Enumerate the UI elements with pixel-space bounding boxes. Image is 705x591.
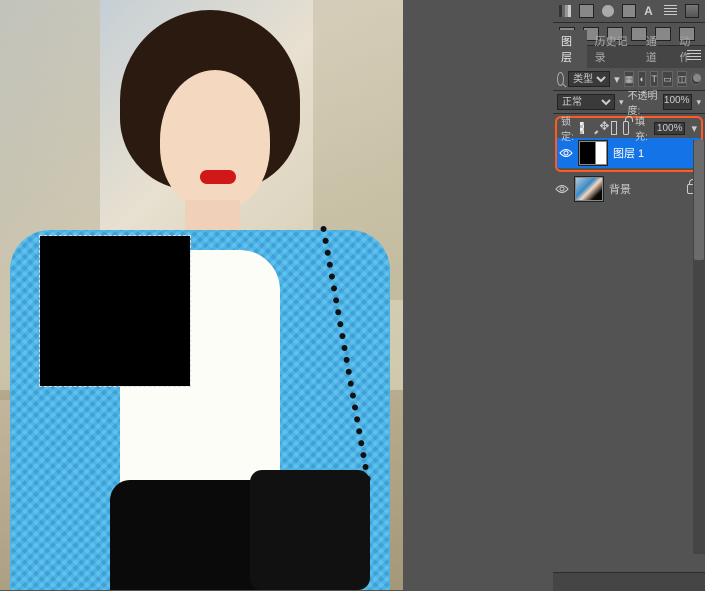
layer-thumbnail[interactable] (575, 177, 603, 201)
fill-value[interactable]: 100% (654, 122, 686, 135)
filter-smart-icon[interactable]: ◫ (677, 71, 688, 87)
top-icon-row-1: A (553, 0, 705, 23)
visibility-toggle[interactable] (555, 182, 569, 196)
layer-name[interactable]: 图层 1 (613, 145, 644, 161)
lock-artboard-icon[interactable] (611, 121, 617, 135)
swatch-icon[interactable] (579, 4, 593, 18)
lock-position-icon[interactable] (600, 122, 604, 134)
panel-scrollbar[interactable] (693, 140, 705, 554)
paragraph-icon[interactable] (664, 5, 676, 17)
lock-label: 锁定: (561, 113, 574, 143)
panel-menu-icon[interactable] (687, 50, 701, 62)
histogram-icon[interactable] (559, 5, 571, 17)
filter-pixel-icon[interactable]: ▦ (624, 71, 635, 87)
panels-column: A 图层 历史记录 通道 动作 类型 ▾ ▦ ◐ T ▭ ◫ 正常 ▾ 不透 (553, 0, 705, 572)
lock-pixels-icon[interactable] (586, 122, 599, 135)
selection-filled-rect[interactable] (40, 236, 190, 386)
character-icon[interactable]: A (644, 5, 656, 17)
filter-kind-select[interactable]: 类型 (568, 71, 610, 87)
tab-channels[interactable]: 通道 (638, 30, 672, 68)
lock-transparency-icon[interactable] (580, 122, 584, 134)
blend-row: 正常 ▾ 不透明度: 100% ▾ (553, 91, 705, 114)
panel-tabbar: 图层 历史记录 通道 动作 (553, 46, 705, 68)
chevron-down-icon: ▾ (691, 122, 697, 135)
visibility-toggle[interactable] (559, 146, 573, 160)
pasteboard (403, 0, 553, 590)
lock-row: 锁定: 填充: 100% ▾ (557, 118, 701, 138)
highlight-annotation: 锁定: 填充: 100% ▾ 图层 1 (555, 116, 703, 172)
layer-name[interactable]: 背景 (609, 181, 631, 197)
layer-thumbnail[interactable] (579, 141, 607, 165)
eye-icon (559, 148, 573, 158)
lock-all-icon[interactable] (623, 121, 629, 135)
chevron-down-icon: ▾ (696, 97, 701, 108)
bottom-divider (553, 572, 705, 591)
chevron-down-icon: ▾ (614, 73, 620, 86)
opacity-value[interactable]: 100% (663, 94, 693, 110)
filter-adjust-icon[interactable]: ◐ (638, 71, 646, 87)
filter-toggle[interactable] (691, 73, 701, 85)
tab-history[interactable]: 历史记录 (587, 30, 638, 68)
fill-label: 填充: (635, 113, 648, 143)
layer-row-1[interactable]: 图层 1 (557, 138, 701, 168)
eye-icon (555, 184, 569, 194)
scrollbar-thumb[interactable] (694, 140, 704, 260)
blend-mode-select[interactable]: 正常 (557, 94, 615, 110)
filter-type-icon[interactable]: T (650, 71, 658, 87)
chevron-down-icon: ▾ (619, 97, 624, 108)
tab-actions[interactable]: 动作 (671, 30, 705, 68)
canvas-area[interactable] (0, 0, 403, 590)
color-wheel-icon[interactable] (602, 5, 614, 17)
swatches-panel-icon[interactable] (622, 4, 636, 18)
layers-stack-icon[interactable] (685, 4, 699, 18)
filter-shape-icon[interactable]: ▭ (662, 71, 673, 87)
layer-row-background[interactable]: 背景 (553, 174, 705, 204)
search-icon (557, 72, 564, 86)
tab-layers[interactable]: 图层 (553, 30, 587, 68)
